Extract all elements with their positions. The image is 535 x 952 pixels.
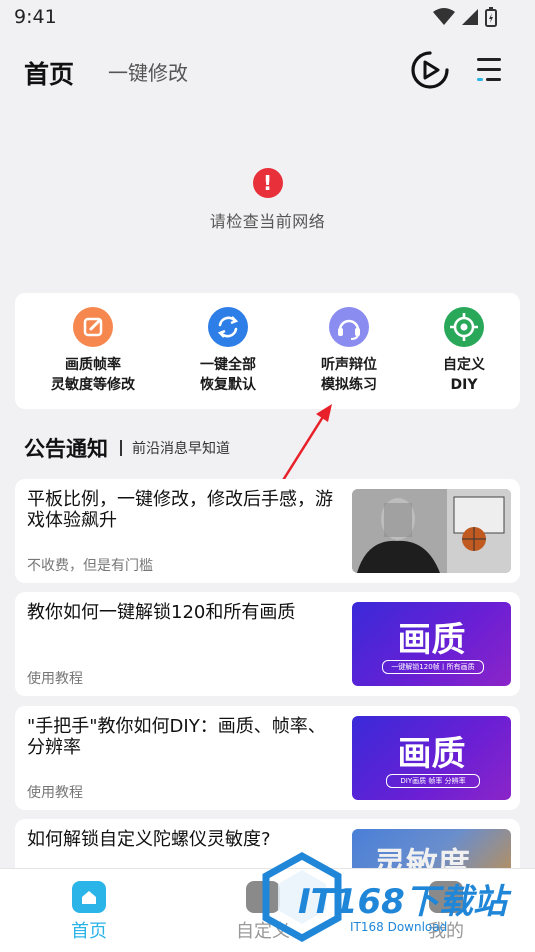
tool-label-line1: 听声辩位: [321, 357, 377, 373]
home-icon: [72, 881, 106, 913]
network-error-message: 请检查当前网络: [209, 212, 326, 231]
news-thumbnail: [352, 489, 511, 573]
status-icons: [433, 7, 497, 27]
alert-icon: !: [252, 168, 283, 198]
battery-icon: [485, 7, 497, 27]
tool-custom-diy[interactable]: 自定义 DIY: [404, 307, 524, 395]
watermark: IT168下载站 IT168 Download: [262, 848, 532, 948]
signal-icon: [462, 9, 478, 25]
tools-card: 画质帧率灵敏度等修改 一键全部恢复默认 听声辩位模拟练习 自定义 DIY: [15, 293, 520, 409]
news-thumbnail: 画质 DIY画质 帧率 分辨率: [352, 716, 511, 800]
news-title: "手把手"教你如何DIY：画质、帧率、分辨率: [27, 716, 326, 758]
news-tag: 使用教程: [27, 671, 83, 687]
news-item[interactable]: 平板比例，一键修改，修改后手感，游戏体验飙升 不收费，但是有门槛: [15, 479, 520, 583]
news-thumbnail: 画质 一键解锁120帧丨所有画质: [352, 602, 511, 686]
announcement-subtitle: 前沿消息早知道: [132, 441, 230, 457]
news-title: 如何解锁自定义陀螺仪灵敏度?: [27, 829, 271, 850]
tool-label-line1: 一键全部: [200, 357, 256, 373]
target-icon: [444, 307, 484, 347]
news-item[interactable]: "手把手"教你如何DIY：画质、帧率、分辨率 使用教程 画质 DIY画质 帧率 …: [15, 706, 520, 810]
nav-home[interactable]: 首页: [29, 881, 149, 943]
news-title: 平板比例，一键修改，修改后手感，游戏体验飙升: [27, 489, 333, 531]
thumb-title: 画质: [397, 620, 466, 660]
news-tag: 使用教程: [27, 785, 83, 801]
app-header: 首页 一键修改: [0, 40, 535, 104]
wifi-icon: [433, 8, 455, 25]
watermark-sub: IT168 Download: [350, 920, 448, 934]
tool-quality-fps[interactable]: 画质帧率灵敏度等修改: [33, 307, 153, 395]
tool-label-line1: 自定义: [443, 357, 485, 373]
page-title: 首页: [24, 60, 75, 89]
tool-sound-practice[interactable]: 听声辩位 模拟练习: [289, 307, 409, 395]
header-subtitle[interactable]: 一键修改: [108, 57, 188, 86]
news-title: 教你如何一键解锁120和所有画质: [27, 602, 296, 623]
thumb-subtitle: DIY画质 帧率 分辨率: [386, 774, 480, 788]
thumb-title: 画质: [397, 734, 466, 774]
announcement-title: 公告通知: [24, 437, 108, 461]
status-time: 9:41: [14, 6, 57, 28]
edit-icon: [73, 307, 113, 347]
divider: [120, 440, 122, 456]
news-item[interactable]: 教你如何一键解锁120和所有画质 使用教程 画质 一键解锁120帧丨所有画质: [15, 592, 520, 696]
tool-label-line2: DIY: [450, 377, 478, 393]
news-tag: 不收费，但是有门槛: [27, 558, 153, 574]
tool-label-line2: 灵敏度等修改: [51, 377, 135, 393]
status-bar: 9:41: [0, 0, 535, 36]
nav-label: 首页: [71, 921, 107, 942]
menu-icon[interactable]: [475, 54, 505, 86]
announcement-header: 公告通知 前沿消息早知道: [24, 433, 230, 463]
thumb-subtitle: 一键解锁120帧丨所有画质: [382, 660, 484, 674]
tool-label-line1: 画质帧率: [65, 357, 121, 373]
tool-label-line2: 模拟练习: [321, 377, 377, 393]
person-photo-image: [352, 489, 511, 573]
tool-restore-default[interactable]: 一键全部 恢复默认: [168, 307, 288, 395]
network-error: ! 请检查当前网络: [0, 168, 535, 232]
tool-label-line2: 恢复默认: [200, 377, 256, 393]
watermark-brand: IT168下载站: [298, 882, 507, 922]
refresh-icon: [208, 307, 248, 347]
play-icon[interactable]: [410, 50, 450, 90]
headset-icon: [329, 307, 369, 347]
